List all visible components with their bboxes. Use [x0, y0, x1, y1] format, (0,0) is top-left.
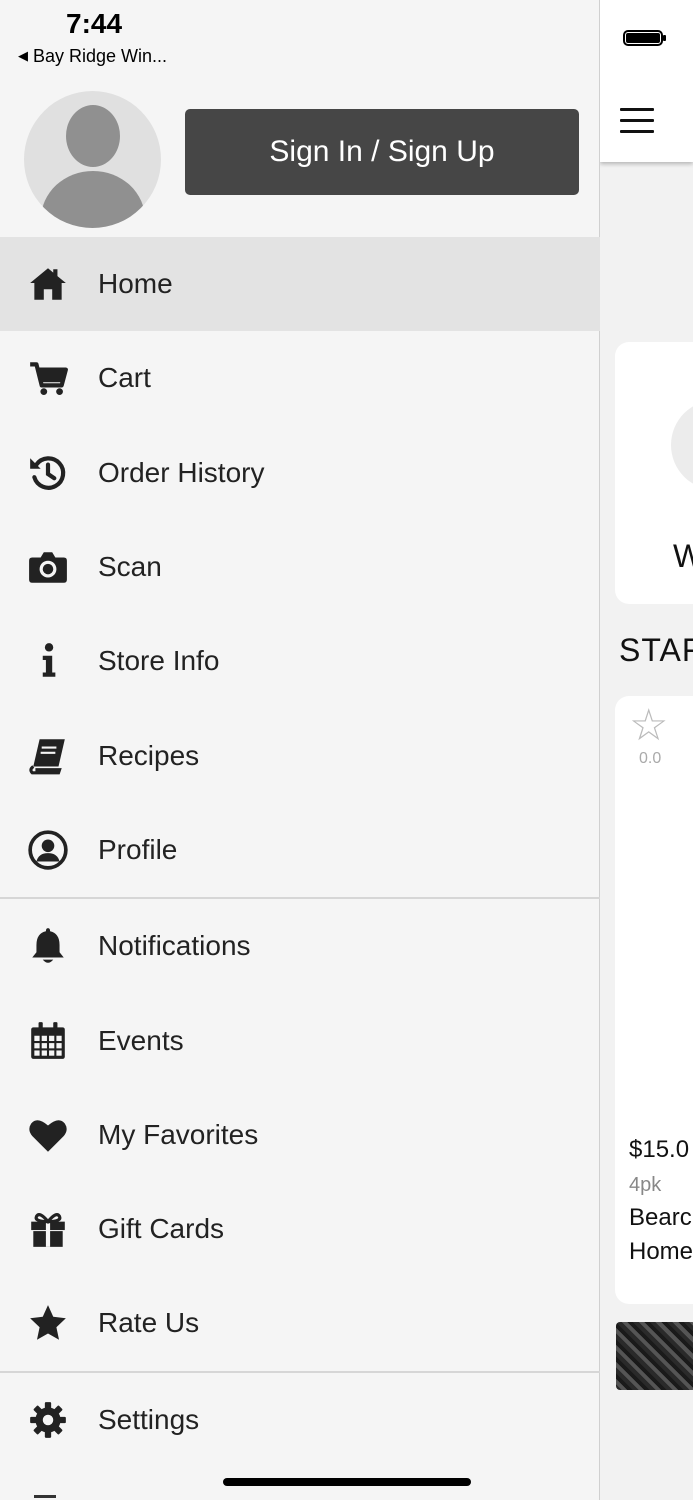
menu-label-cart: Cart — [98, 362, 151, 394]
drawer-menu: Home Cart Order History Scan Store Info — [0, 237, 600, 1467]
menu-item-notifications[interactable]: Notifications — [0, 899, 600, 993]
home-icon — [26, 262, 70, 306]
menu-label-settings: Settings — [98, 1403, 200, 1435]
menu-label-my-favorites: My Favorites — [98, 1118, 259, 1150]
menu-item-recipes[interactable]: Recipes — [0, 708, 600, 802]
avatar[interactable] — [24, 91, 161, 228]
gift-icon — [26, 1207, 70, 1251]
menu-label-rate-us: Rate Us — [98, 1307, 200, 1339]
info-icon — [26, 639, 70, 683]
menu-label-home: Home — [98, 268, 173, 300]
user-circle-icon — [26, 828, 70, 872]
menu-item-profile[interactable]: Profile — [0, 803, 600, 897]
avatar-body — [41, 167, 145, 228]
menu-item-gift-cards[interactable]: Gift Cards — [0, 1182, 600, 1276]
category-image — [671, 400, 693, 490]
category-label: W — [673, 538, 693, 574]
profile-header: Sign In / Sign Up — [0, 86, 600, 236]
menu-label-notifications: Notifications — [98, 930, 251, 962]
category-card[interactable]: W — [615, 342, 693, 604]
home-indicator[interactable] — [223, 1478, 471, 1486]
hamburger-menu-icon[interactable] — [620, 108, 654, 136]
book-icon — [26, 734, 70, 778]
back-app-label: Bay Ridge Win... — [33, 46, 168, 66]
side-drawer: 7:44 ◀ Bay Ridge Win... Sign In / Sign Up… — [0, 0, 600, 1500]
status-icons — [623, 30, 666, 46]
menu-item-my-favorites[interactable]: My Favorites — [0, 1088, 600, 1182]
back-to-app-link[interactable]: ◀ Bay Ridge Win... — [18, 46, 167, 67]
status-time: 7:44 — [66, 8, 123, 39]
cart-icon — [26, 356, 70, 400]
menu-item-scan[interactable]: Scan — [0, 520, 600, 614]
history-icon — [26, 451, 70, 495]
menu-label-store-info: Store Info — [98, 645, 220, 677]
menu-label-profile: Profile — [98, 833, 178, 865]
menu-item-order-history[interactable]: Order History — [0, 426, 600, 520]
avatar-head — [66, 105, 120, 167]
product-rating: 0.0 — [639, 750, 662, 767]
menu-label-recipes: Recipes — [98, 739, 200, 771]
calendar-icon — [26, 1019, 70, 1063]
star-icon — [26, 1301, 70, 1345]
bell-icon — [26, 924, 70, 968]
app-header — [600, 0, 693, 162]
gear-icon — [26, 1398, 70, 1442]
menu-item-cart[interactable]: Cart — [0, 331, 600, 425]
star-outline-icon[interactable]: ☆ — [629, 704, 668, 748]
menu-item-events[interactable]: Events — [0, 993, 600, 1087]
section-title: STAF — [619, 632, 693, 668]
menu-label-scan: Scan — [98, 551, 162, 583]
menu-label-events: Events — [98, 1024, 184, 1056]
product-card[interactable]: ☆ 0.0 $15.0 4pk Bearc Home — [615, 696, 693, 1304]
menu-label-gift-cards: Gift Cards — [98, 1213, 225, 1245]
status-bar: 7:44 ◀ Bay Ridge Win... — [0, 0, 600, 80]
menu-label-order-history: Order History — [98, 456, 265, 488]
heart-icon — [26, 1113, 70, 1157]
menu-item-home[interactable]: Home — [0, 237, 600, 332]
product-name-line2: Home — [629, 1238, 693, 1265]
menu-item-settings[interactable]: Settings — [0, 1373, 600, 1467]
back-triangle-icon: ◀ — [18, 48, 28, 63]
camera-icon — [26, 545, 70, 589]
product-price: $15.0 — [629, 1136, 690, 1163]
clipped-menu-icon — [34, 1495, 56, 1498]
menu-item-rate-us[interactable]: Rate Us — [0, 1276, 600, 1370]
signin-signup-button[interactable]: Sign In / Sign Up — [185, 109, 579, 195]
product-thumbnail[interactable] — [616, 1322, 693, 1390]
menu-item-store-info[interactable]: Store Info — [0, 614, 600, 708]
product-pack-size: 4pk — [629, 1174, 662, 1196]
product-name-line1: Bearc — [629, 1204, 692, 1231]
background-app: W STAF ☆ 0.0 $15.0 4pk Bearc Home — [600, 0, 693, 1500]
